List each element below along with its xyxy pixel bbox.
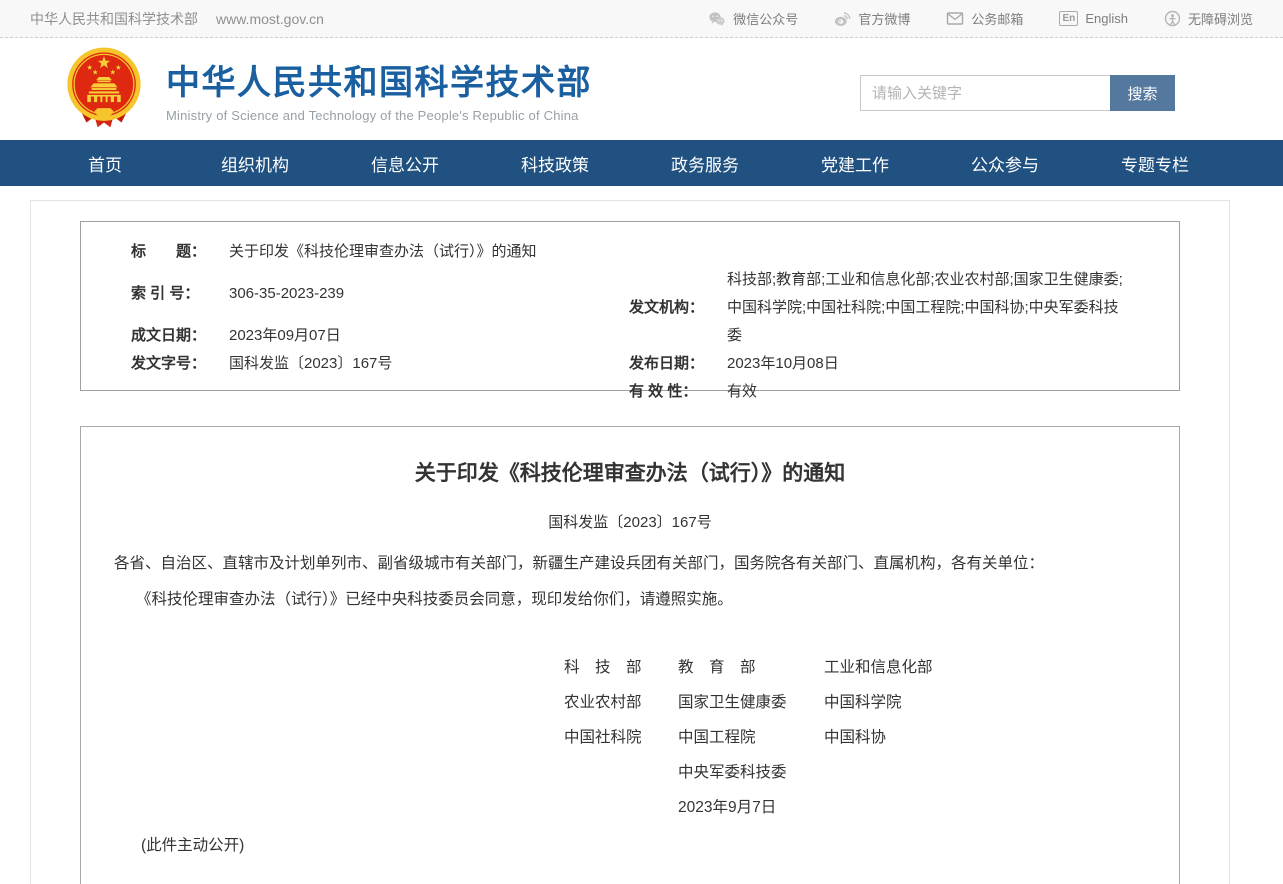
meta-title-value: 关于印发《科技伦理审查办法（试行）》的通知	[229, 238, 537, 266]
search-input[interactable]	[860, 75, 1110, 111]
meta-agencies-label: 发文机构：	[629, 294, 711, 322]
signer: 国家卫生健康委	[678, 685, 824, 720]
site-identity: 中华人民共和国科学技术部 www.most.gov.cn	[30, 9, 324, 29]
wechat-icon	[708, 11, 726, 27]
nav-item-party-building[interactable]: 党建工作	[780, 140, 930, 186]
utility-links: 微信公众号 官方微博 公务邮箱	[708, 9, 1253, 28]
accessibility-link[interactable]: 无障碍浏览	[1164, 9, 1253, 28]
signer	[564, 755, 678, 790]
meta-agencies-value: 科技部;教育部;工业和信息化部;农业农村部;国家卫生健康委;中国科学院;中国社科…	[727, 266, 1127, 350]
signer	[824, 790, 1179, 825]
content-container: 标 题： 关于印发《科技伦理审查办法（试行）》的通知 索 引 号： 306-35…	[30, 200, 1230, 884]
signer: 中国科学院	[824, 685, 1179, 720]
wechat-link[interactable]: 微信公众号	[708, 9, 798, 28]
mail-label: 公务邮箱	[971, 9, 1023, 28]
meta-row-written-date: 成文日期： 2023年09月07日	[131, 322, 601, 350]
main-nav: 首页 组织机构 信息公开 科技政策 政务服务 党建工作 公众参与 专题专栏	[0, 140, 1283, 186]
document-text: 各省、自治区、直辖市及计划单列市、副省级城市有关部门，新疆生产建设兵团有关部门，…	[81, 546, 1179, 618]
english-link[interactable]: En English	[1059, 11, 1128, 26]
meta-title-label: 标 题：	[131, 238, 213, 266]
weibo-icon	[834, 11, 851, 27]
weibo-link[interactable]: 官方微博	[834, 9, 910, 28]
document-paragraph: 《科技伦理审查办法（试行）》已经中央科技委员会同意，现印发给你们，请遵照实施。	[114, 582, 1146, 618]
site-header: 中华人民共和国科学技术部 Ministry of Science and Tec…	[0, 38, 1283, 140]
site-search: 搜索	[860, 75, 1175, 111]
meta-written-date-label: 成文日期：	[131, 322, 213, 350]
nav-item-home[interactable]: 首页	[30, 140, 180, 186]
wechat-label: 微信公众号	[733, 9, 798, 28]
signer: 科 技 部	[564, 650, 678, 685]
meta-publish-date-label: 发布日期：	[629, 350, 711, 378]
meta-validity-value: 有效	[727, 378, 1127, 406]
meta-written-date-value: 2023年09月07日	[229, 322, 341, 350]
site-url: www.most.gov.cn	[216, 11, 324, 27]
meta-row-issuing-agencies: 发文机构： 科技部;教育部;工业和信息化部;农业农村部;国家卫生健康委;中国科学…	[629, 266, 1179, 350]
meta-index-label: 索 引 号：	[131, 280, 213, 308]
meta-index-value: 306-35-2023-239	[229, 280, 344, 308]
brand-block[interactable]: 中华人民共和国科学技术部 Ministry of Science and Tec…	[166, 55, 592, 123]
disclosure-note: (此件主动公开)	[141, 831, 1179, 861]
meta-row-publish-date: 发布日期： 2023年10月08日	[629, 350, 1179, 378]
nav-item-gov-services[interactable]: 政务服务	[630, 140, 780, 186]
signer: 农业农村部	[564, 685, 678, 720]
mail-icon	[946, 11, 964, 26]
signer: 工业和信息化部	[824, 650, 1179, 685]
meta-doc-number-label: 发文字号：	[131, 350, 213, 378]
meta-row-doc-number: 发文字号： 国科发监〔2023〕167号	[131, 350, 601, 378]
meta-left-column: 标 题： 关于印发《科技伦理审查办法（试行）》的通知 索 引 号： 306-35…	[81, 222, 601, 390]
nav-item-organization[interactable]: 组织机构	[180, 140, 330, 186]
signature-block: 科 技 部 教 育 部 工业和信息化部 农业农村部 国家卫生健康委 中国科学院 …	[564, 650, 1179, 825]
nav-item-public-participation[interactable]: 公众参与	[930, 140, 1080, 186]
signer	[824, 755, 1179, 790]
meta-validity-label: 有 效 性：	[629, 378, 711, 406]
signer: 中国科协	[824, 720, 1179, 755]
mail-link[interactable]: 公务邮箱	[946, 9, 1023, 28]
meta-row-index-number: 索 引 号： 306-35-2023-239	[131, 280, 601, 308]
meta-right-column: 发文机构： 科技部;教育部;工业和信息化部;农业农村部;国家卫生健康委;中国科学…	[601, 222, 1179, 390]
national-emblem-icon	[64, 46, 144, 132]
document-title: 关于印发《科技伦理审查办法（试行）》的通知	[81, 457, 1179, 491]
site-title: 中华人民共和国科学技术部	[166, 55, 592, 104]
search-button[interactable]: 搜索	[1110, 75, 1175, 111]
signer: 中国社科院	[564, 720, 678, 755]
signature-date: 2023年9月7日	[678, 790, 824, 825]
nav-item-sci-tech-policy[interactable]: 科技政策	[480, 140, 630, 186]
meta-doc-number-value: 国科发监〔2023〕167号	[229, 350, 392, 378]
site-name: 中华人民共和国科学技术部	[30, 9, 198, 29]
nav-item-special-columns[interactable]: 专题专栏	[1080, 140, 1230, 186]
english-icon: En	[1059, 11, 1078, 26]
site-subtitle: Ministry of Science and Technology of th…	[166, 108, 592, 123]
accessibility-icon	[1164, 10, 1181, 27]
meta-publish-date-value: 2023年10月08日	[727, 350, 1127, 378]
signer: 中央军委科技委	[678, 755, 824, 790]
document-number: 国科发监〔2023〕167号	[81, 508, 1179, 538]
meta-row-title: 标 题： 关于印发《科技伦理审查办法（试行）》的通知	[131, 238, 601, 266]
english-label: English	[1085, 11, 1128, 26]
weibo-label: 官方微博	[858, 9, 910, 28]
meta-row-validity: 有 效 性： 有效	[629, 378, 1179, 406]
document-meta-panel: 标 题： 关于印发《科技伦理审查办法（试行）》的通知 索 引 号： 306-35…	[80, 221, 1180, 391]
signer: 中国工程院	[678, 720, 824, 755]
document-paragraph: 各省、自治区、直辖市及计划单列市、副省级城市有关部门，新疆生产建设兵团有关部门，…	[114, 546, 1146, 582]
top-utility-bar: 中华人民共和国科学技术部 www.most.gov.cn 微信公众号	[0, 0, 1283, 38]
signer	[564, 790, 678, 825]
signer: 教 育 部	[678, 650, 824, 685]
nav-item-info-disclosure[interactable]: 信息公开	[330, 140, 480, 186]
accessibility-label: 无障碍浏览	[1188, 9, 1253, 28]
national-emblem-logo[interactable]	[64, 46, 144, 132]
document-body-panel: 关于印发《科技伦理审查办法（试行）》的通知 国科发监〔2023〕167号 各省、…	[80, 426, 1180, 884]
